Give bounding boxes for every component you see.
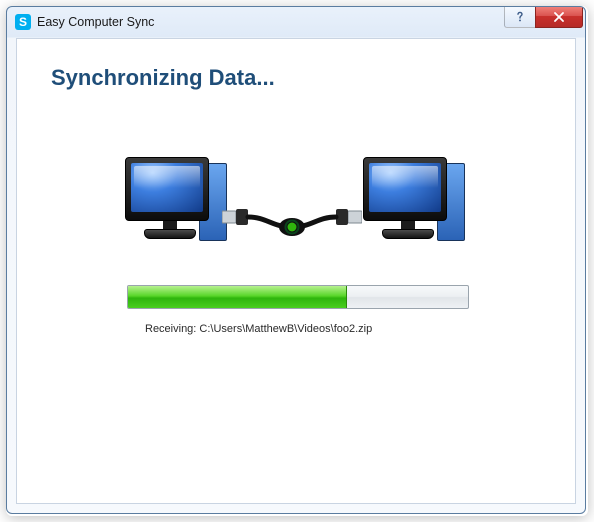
app-icon: S	[15, 14, 31, 30]
page-title: Synchronizing Data...	[51, 65, 275, 91]
progress-track	[127, 285, 469, 309]
status-path: C:\Users\MatthewB\Videos\foo2.zip	[199, 323, 372, 335]
computer-right-icon	[363, 157, 453, 239]
progress-fill	[128, 286, 347, 308]
status-prefix: Receiving:	[145, 323, 199, 335]
titlebar[interactable]: S Easy Computer Sync	[7, 7, 585, 37]
app-window: S Easy Computer Sync Synchronizing Data.…	[6, 6, 586, 514]
close-button[interactable]	[535, 7, 583, 28]
app-icon-letter: S	[19, 15, 27, 29]
computer-left-icon	[125, 157, 215, 239]
window-title: Easy Computer Sync	[37, 15, 154, 29]
cable-icon	[222, 197, 362, 237]
status-text: Receiving: C:\Users\MatthewB\Videos\foo2…	[145, 323, 372, 335]
titlebar-controls	[504, 7, 583, 28]
progress-bar	[127, 285, 467, 309]
help-icon	[514, 11, 526, 23]
close-icon	[553, 12, 565, 22]
help-button[interactable]	[504, 7, 536, 28]
client-area: Synchronizing Data...	[16, 38, 576, 504]
